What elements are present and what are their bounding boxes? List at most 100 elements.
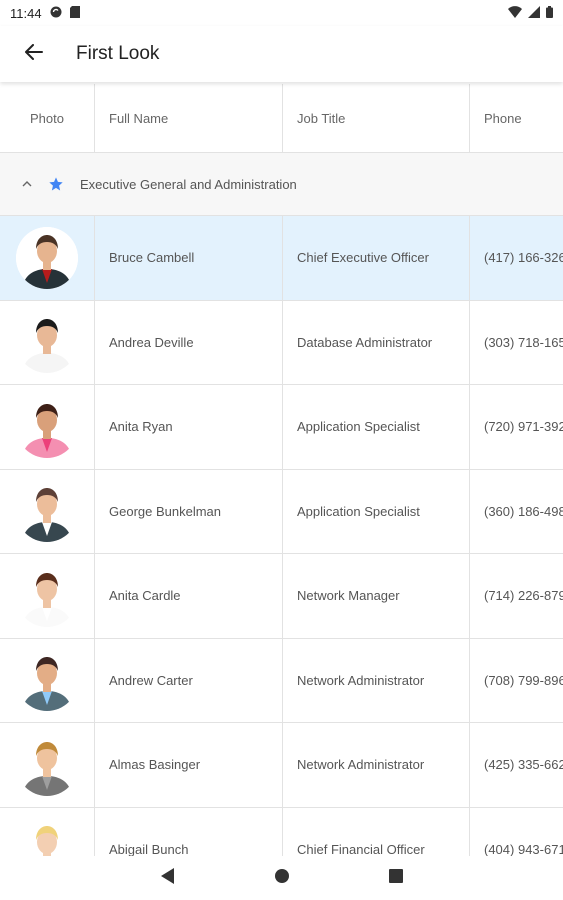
phone-cell: (708) 799-8965 bbox=[470, 639, 563, 723]
job-title-cell: Application Specialist bbox=[283, 469, 470, 553]
avatar bbox=[16, 480, 78, 543]
photo-cell bbox=[0, 216, 95, 300]
full-name-cell-text: Abigail Bunch bbox=[109, 841, 189, 856]
full-name-cell-text: George Bunkelman bbox=[109, 503, 222, 519]
wifi-icon bbox=[508, 5, 522, 21]
column-header-job-title[interactable]: Job Title bbox=[283, 84, 470, 152]
job-title-cell-text: Network Manager bbox=[297, 588, 400, 604]
avatar bbox=[16, 649, 78, 712]
job-title-cell: Chief Executive Officer bbox=[283, 216, 470, 300]
full-name-cell-text: Andrea Deville bbox=[109, 334, 194, 350]
column-header-phone[interactable]: Phone bbox=[470, 84, 563, 152]
job-title-cell-text: Database Administrator bbox=[297, 334, 433, 350]
phone-cell: (720) 971-3925 bbox=[470, 385, 563, 469]
phone-cell-text: (417) 166-3268 bbox=[484, 250, 563, 266]
phone-cell: (417) 166-3268 bbox=[470, 216, 563, 300]
avatar bbox=[16, 733, 78, 796]
full-name-cell-text: Anita Cardle bbox=[109, 588, 181, 604]
page-title: First Look bbox=[76, 43, 160, 64]
full-name-cell: George Bunkelman bbox=[95, 469, 283, 553]
phone-cell-text: (360) 186-4987 bbox=[484, 503, 563, 519]
column-header-photo[interactable]: Photo bbox=[0, 84, 95, 152]
grid-header-row: Photo Full Name Job Title Phone bbox=[0, 84, 563, 153]
nav-back-button[interactable] bbox=[156, 866, 180, 890]
back-arrow-icon bbox=[25, 43, 43, 65]
star-icon bbox=[48, 176, 64, 192]
status-bar: 11:44 bbox=[0, 0, 563, 26]
back-button[interactable] bbox=[14, 34, 54, 74]
job-title-cell-text: Network Administrator bbox=[297, 672, 425, 688]
full-name-cell: Anita Cardle bbox=[95, 554, 283, 638]
phone-cell: (360) 186-4987 bbox=[470, 470, 563, 554]
phone-cell-text: (720) 971-3925 bbox=[484, 419, 563, 435]
column-header-full-name[interactable]: Full Name bbox=[95, 84, 283, 152]
photo-cell bbox=[0, 385, 95, 469]
job-title-cell: Application Specialist bbox=[283, 385, 470, 469]
nav-home-icon bbox=[274, 868, 290, 889]
phone-cell: (425) 335-6624 bbox=[470, 723, 563, 807]
avatar bbox=[16, 818, 78, 856]
table-row[interactable]: Abigail Bunch Chief Financial Officer (404… bbox=[0, 807, 563, 856]
job-title-cell: Database Administrator bbox=[283, 300, 470, 384]
nav-home-button[interactable] bbox=[270, 866, 294, 890]
table-row[interactable]: Anita Ryan Application Specialist (720) 97… bbox=[0, 385, 563, 470]
full-name-cell: Bruce Cambell bbox=[95, 216, 283, 300]
status-time: 11:44 bbox=[10, 5, 42, 21]
nav-recents-icon bbox=[388, 868, 403, 888]
signal-icon bbox=[528, 5, 540, 21]
avatar bbox=[16, 311, 78, 374]
chevron-up-icon[interactable] bbox=[20, 177, 34, 191]
table-row[interactable]: Andrew Carter Network Administrator (708) … bbox=[0, 638, 563, 723]
full-name-cell-text: Andrew Carter bbox=[109, 672, 193, 688]
avatar bbox=[16, 226, 78, 289]
full-name-cell: Andrew Carter bbox=[95, 638, 283, 722]
sd-card-icon bbox=[69, 5, 80, 21]
full-name-cell-text: Bruce Cambell bbox=[109, 250, 195, 266]
job-title-cell: Network Administrator bbox=[283, 723, 470, 807]
group-label: Executive General and Administration bbox=[80, 176, 297, 192]
job-title-cell-text: Application Specialist bbox=[297, 503, 420, 519]
sync-icon bbox=[50, 6, 62, 21]
full-name-cell: Anita Ryan bbox=[95, 385, 283, 469]
phone-cell: (303) 718-1650 bbox=[470, 301, 563, 385]
photo-cell bbox=[0, 300, 95, 384]
nav-back-icon bbox=[160, 867, 175, 889]
job-title-cell-text: Network Administrator bbox=[297, 757, 425, 773]
table-row[interactable]: Almas Basinger Network Administrator (425)… bbox=[0, 723, 563, 808]
photo-cell bbox=[0, 723, 95, 807]
phone-cell-text: (708) 799-8965 bbox=[484, 672, 563, 688]
avatar bbox=[16, 564, 78, 627]
battery-icon bbox=[546, 5, 553, 21]
app-bar: First Look bbox=[0, 26, 563, 82]
full-name-cell: Andrea Deville bbox=[95, 300, 283, 384]
full-name-cell-text: Almas Basinger bbox=[109, 757, 201, 773]
job-title-cell: Network Administrator bbox=[283, 638, 470, 722]
job-title-cell-text: Chief Financial Officer bbox=[297, 841, 425, 856]
phone-cell-text: (714) 226-8796 bbox=[484, 588, 563, 604]
job-title-cell: Chief Financial Officer bbox=[283, 807, 470, 856]
full-name-cell: Abigail Bunch bbox=[95, 807, 283, 856]
nav-recents-button[interactable] bbox=[384, 866, 408, 890]
data-grid: Photo Full Name Job Title Phone Executiv… bbox=[0, 84, 563, 856]
table-row[interactable]: Andrea Deville Database Administrator (303… bbox=[0, 300, 563, 385]
phone-cell: (714) 226-8796 bbox=[470, 554, 563, 638]
job-title-cell: Network Manager bbox=[283, 554, 470, 638]
avatar bbox=[16, 395, 78, 458]
full-name-cell: Almas Basinger bbox=[95, 723, 283, 807]
photo-cell bbox=[0, 554, 95, 638]
table-row[interactable]: Bruce Cambell Chief Executive Officer (417… bbox=[0, 216, 563, 301]
full-name-cell-text: Anita Ryan bbox=[109, 419, 173, 435]
job-title-cell-text: Chief Executive Officer bbox=[297, 250, 429, 266]
table-row[interactable]: Anita Cardle Network Manager (714) 226-879… bbox=[0, 554, 563, 639]
phone-cell-text: (404) 943-6719 bbox=[484, 841, 563, 856]
photo-cell bbox=[0, 469, 95, 553]
phone-cell-text: (425) 335-6624 bbox=[484, 757, 563, 773]
table-row[interactable]: George Bunkelman Application Specialist (3… bbox=[0, 469, 563, 554]
photo-cell bbox=[0, 807, 95, 856]
phone-cell: (404) 943-6719 bbox=[470, 808, 563, 856]
group-row[interactable]: Executive General and Administration bbox=[0, 153, 563, 216]
phone-cell-text: (303) 718-1650 bbox=[484, 334, 563, 350]
system-nav-bar bbox=[0, 856, 563, 900]
photo-cell bbox=[0, 638, 95, 722]
job-title-cell-text: Application Specialist bbox=[297, 419, 420, 435]
